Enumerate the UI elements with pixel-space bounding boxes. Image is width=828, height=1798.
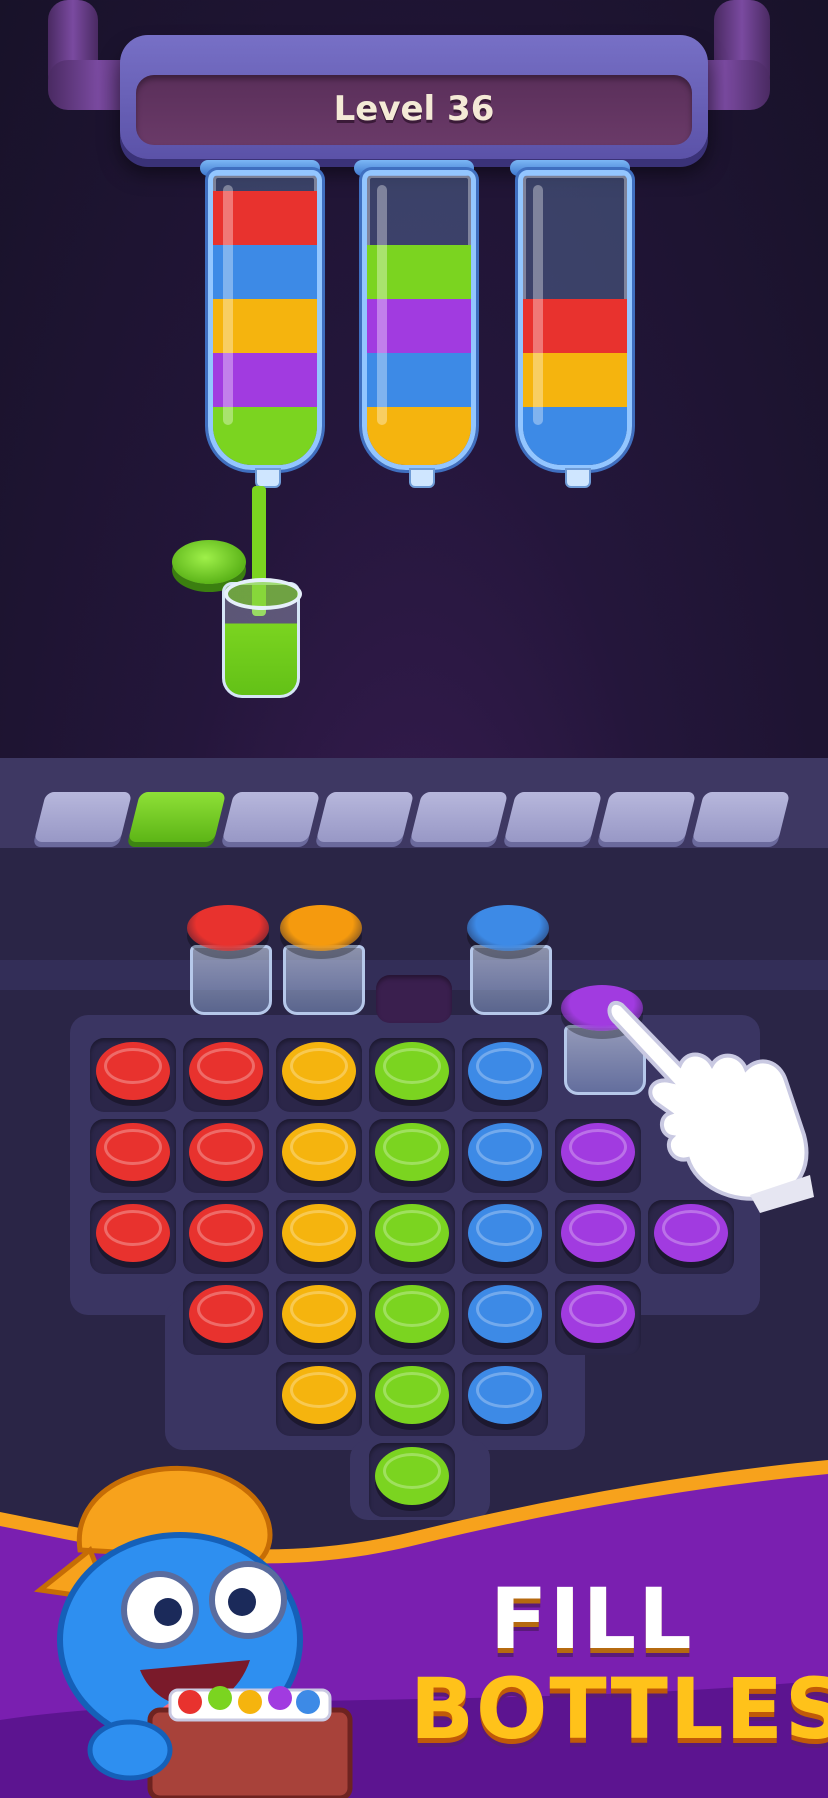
jar-blue[interactable] [470,945,552,1015]
jar-lid-blue [467,905,549,951]
jar-red[interactable] [190,945,272,1015]
jar-lid-orange [280,905,362,951]
progress-slot [315,792,415,842]
color-cap[interactable] [189,1204,263,1262]
jar-lid-red [187,905,269,951]
level-title: Level 36 [333,89,495,129]
progress-slot [503,792,603,842]
progress-slot [597,792,697,842]
color-cap[interactable] [282,1204,356,1262]
promo-line-2: BOTTLES [410,1660,828,1758]
color-cap[interactable] [468,1042,542,1100]
progress-slot [691,792,791,842]
color-cap[interactable] [468,1285,542,1343]
pouring-jar-rim [224,578,302,610]
color-cap[interactable] [375,1042,449,1100]
color-cap[interactable] [189,1123,263,1181]
color-cap[interactable] [375,1285,449,1343]
color-cap[interactable] [282,1042,356,1100]
hand-pointer-icon [607,1001,814,1213]
liquid-tube[interactable] [518,170,632,470]
color-cap[interactable] [375,1123,449,1181]
level-header-panel: Level 36 [136,75,692,145]
color-cap[interactable] [561,1285,635,1343]
tube-shine [533,185,543,425]
color-cap[interactable] [189,1042,263,1100]
color-cap[interactable] [468,1366,542,1424]
color-cap[interactable] [96,1204,170,1262]
color-cap[interactable] [96,1123,170,1181]
progress-slot [409,792,509,842]
open-jar-lid [172,540,246,584]
color-cap[interactable] [189,1285,263,1343]
color-cap[interactable] [375,1204,449,1262]
tube-shine [223,185,233,425]
liquid-tube[interactable] [208,170,322,470]
tube-nozzle [255,468,281,488]
color-cap[interactable] [282,1285,356,1343]
progress-slot [33,792,133,842]
tube-nozzle [565,468,591,488]
color-cap[interactable] [468,1123,542,1181]
color-cap[interactable] [468,1204,542,1262]
progress-slot [127,792,227,842]
promo-line-1: FILL [490,1570,694,1668]
color-cap[interactable] [96,1042,170,1100]
jar-orange[interactable] [283,945,365,1015]
progress-slot [221,792,321,842]
color-cap[interactable] [282,1366,356,1424]
tube-shine [377,185,387,425]
empty-jar-slot[interactable] [376,975,452,1023]
color-cap[interactable] [282,1123,356,1181]
tube-nozzle [409,468,435,488]
liquid-tube[interactable] [362,170,476,470]
color-cap[interactable] [375,1366,449,1424]
mascot-character [33,1465,353,1798]
level-header: Level 36 [120,35,708,159]
